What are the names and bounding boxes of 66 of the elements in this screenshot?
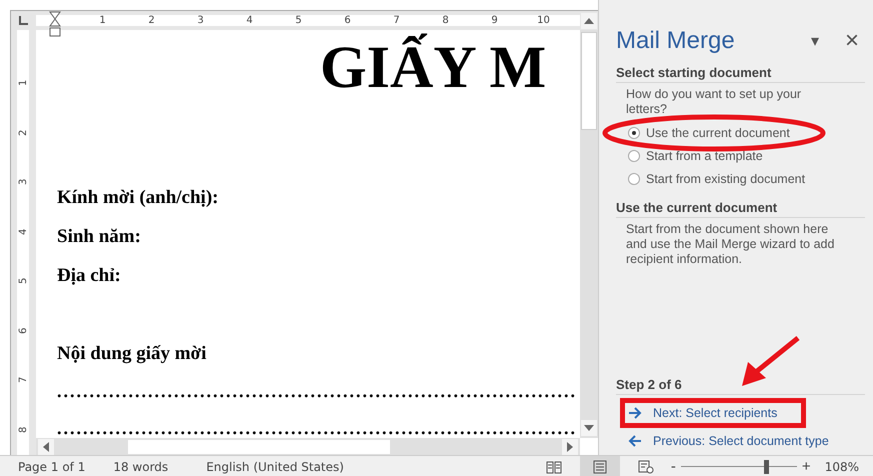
vertical-scrollbar[interactable] (580, 30, 598, 438)
document-line: Địa chỉ: (57, 264, 122, 288)
prompt-text: How do you want to set up your letters? (625, 87, 802, 117)
ruler-number: 4 (17, 227, 30, 236)
ruler-number: 2 (17, 128, 30, 138)
ruler-number: 4 (245, 15, 254, 26)
section-heading: Select starting document (616, 65, 865, 83)
zoom-in-button[interactable]: + (796, 458, 816, 475)
option-label[interactable]: Start from a template (646, 148, 763, 162)
zoom-level[interactable]: 108% (816, 460, 873, 474)
scroll-thumb[interactable] (581, 32, 597, 130)
document-line: Nội dung giấy mời (57, 342, 208, 366)
ruler-number: 7 (392, 15, 401, 26)
ruler-number: 1 (98, 15, 107, 26)
radio-button[interactable] (628, 150, 640, 162)
ruler-number: 2 (147, 15, 156, 26)
triangle-left-icon (43, 442, 49, 452)
previous-link[interactable]: Previous: Select document type (616, 427, 865, 455)
indent-marker-icon[interactable] (49, 11, 61, 37)
next-link[interactable]: Next: Select recipients (616, 399, 865, 427)
zoom-slider[interactable] (680, 460, 797, 474)
scroll-left-button[interactable] (38, 438, 54, 454)
document-line: Sinh năm: (57, 225, 142, 249)
zoom-thumb[interactable] (764, 460, 769, 474)
ruler-number: 7 (17, 376, 30, 385)
ruler-number: 5 (294, 15, 303, 26)
option-label[interactable]: Use the current document (646, 126, 790, 140)
ruler-number: 8 (17, 425, 30, 434)
document-title: GIẤY M (319, 36, 548, 98)
tab-selector[interactable] (10, 10, 36, 30)
ruler-number: 10 (536, 15, 551, 26)
annotation-arrow (742, 336, 800, 386)
ruler-number: 3 (196, 15, 205, 26)
ruler-number: 6 (17, 326, 30, 336)
scroll-up-button[interactable] (581, 12, 597, 28)
ruler-number: 8 (441, 15, 450, 26)
horizontal-scrollbar[interactable] (36, 438, 580, 455)
ruler-number: 6 (343, 15, 352, 26)
close-button[interactable]: × (838, 27, 865, 55)
scroll-thumb[interactable] (128, 440, 390, 454)
dotted-line: ................................................................................ (57, 380, 578, 403)
zoom-out-button[interactable]: - (666, 458, 681, 475)
page-count[interactable]: Page 1 of 1 (0, 460, 94, 474)
ruler-number: 3 (17, 178, 30, 187)
pane-title: Mail Merge (616, 27, 736, 55)
dotted-line: ................................................................................ (57, 417, 578, 438)
description-text: Start from the document shown here and use the Mail Merge wizard to add recipient information. (625, 222, 836, 267)
language-status[interactable]: English (United States) (197, 460, 353, 474)
option-label[interactable]: Start from existing document (646, 172, 806, 186)
radio-button[interactable] (628, 172, 640, 184)
print-layout-icon[interactable] (580, 456, 620, 476)
ruler-number: 9 (490, 15, 499, 26)
triangle-up-icon (584, 18, 594, 24)
section-heading: Use the current document (616, 200, 865, 218)
radio-button[interactable] (628, 126, 640, 138)
triangle-down-icon (584, 425, 594, 431)
triangle-right-icon (567, 442, 573, 452)
scroll-down-button[interactable] (581, 420, 597, 436)
ruler-number: 5 (17, 276, 30, 286)
right-arrow-icon (628, 407, 642, 419)
document-line: Kính mời (anh/chị): (57, 186, 220, 210)
pane-options-button[interactable]: ▾ (804, 31, 825, 51)
word-count[interactable]: 18 words (104, 460, 178, 474)
scroll-right-button[interactable] (562, 438, 578, 454)
ruler-number: 1 (17, 78, 30, 88)
left-arrow-icon (628, 435, 642, 447)
